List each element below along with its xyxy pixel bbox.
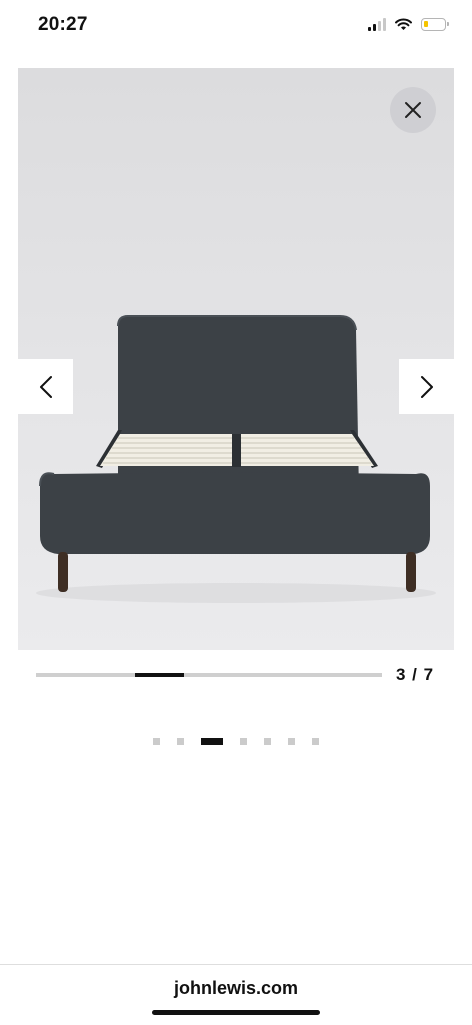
pagination-dot[interactable] bbox=[288, 738, 295, 745]
bed-product-image bbox=[36, 315, 436, 603]
pagination-dot[interactable] bbox=[264, 738, 271, 745]
previous-image-button[interactable] bbox=[18, 359, 73, 414]
pagination-dot[interactable] bbox=[177, 738, 184, 745]
next-image-button[interactable] bbox=[399, 359, 454, 414]
gallery-scroll-thumb[interactable] bbox=[134, 673, 185, 677]
close-icon bbox=[405, 102, 421, 118]
chevron-right-icon bbox=[420, 375, 433, 398]
pagination-dots bbox=[0, 738, 472, 745]
pagination-dot[interactable] bbox=[153, 738, 160, 745]
pagination-dot[interactable] bbox=[312, 738, 319, 745]
wifi-icon bbox=[395, 18, 412, 30]
battery-icon bbox=[421, 17, 449, 31]
pagination-dot-active[interactable] bbox=[201, 738, 223, 745]
chevron-left-icon bbox=[39, 375, 52, 398]
status-time: 20:27 bbox=[38, 14, 88, 35]
product-gallery[interactable] bbox=[18, 68, 454, 650]
pagination-dot[interactable] bbox=[240, 738, 247, 745]
status-icons bbox=[368, 17, 449, 31]
status-bar: 20:27 bbox=[0, 0, 472, 52]
image-counter: 3 / 7 bbox=[396, 665, 435, 684]
gallery-scroll-track[interactable] bbox=[36, 673, 382, 677]
url-label[interactable]: johnlewis.com bbox=[0, 978, 472, 999]
close-button[interactable] bbox=[390, 87, 436, 133]
home-indicator bbox=[152, 1010, 320, 1015]
signal-icon bbox=[368, 17, 386, 31]
browser-bottom-bar: johnlewis.com bbox=[0, 964, 472, 1025]
